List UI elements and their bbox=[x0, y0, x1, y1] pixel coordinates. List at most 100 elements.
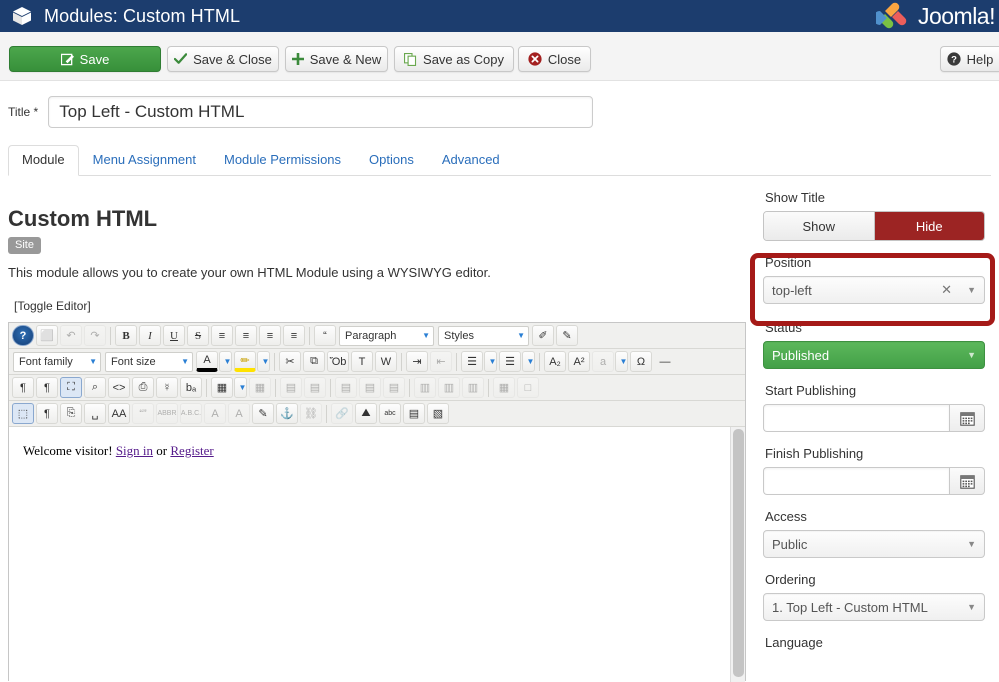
paste-icon[interactable]: Ὄb bbox=[327, 351, 349, 372]
x-icon[interactable]: ✕ bbox=[941, 282, 952, 298]
cleanup-icon[interactable]: ✎ bbox=[556, 325, 578, 346]
rtl-direction-icon[interactable]: ¶ bbox=[36, 377, 58, 398]
new-document-icon[interactable]: ⬜ bbox=[36, 325, 58, 346]
insert-layer-icon[interactable]: AA bbox=[108, 403, 130, 424]
strikethrough-icon[interactable]: S bbox=[187, 325, 209, 346]
fullscreen-icon[interactable]: ⛶ bbox=[60, 377, 82, 398]
insert-table-dropdown[interactable]: ▼ bbox=[234, 377, 247, 398]
paste-word-icon[interactable]: W bbox=[375, 351, 397, 372]
block-format-select[interactable]: Paragraph ▼ bbox=[339, 325, 434, 346]
save-as-copy-button[interactable]: Save as Copy bbox=[394, 46, 514, 72]
help-button[interactable]: ? Help bbox=[940, 46, 999, 72]
insert-table-icon[interactable]: ▦ bbox=[211, 377, 233, 398]
chevron-down-icon[interactable]: ▼ bbox=[967, 602, 976, 612]
template-icon[interactable]: ▧ bbox=[427, 403, 449, 424]
align-center-icon[interactable]: ≡ bbox=[235, 325, 257, 346]
numbered-list-icon[interactable]: ☰ bbox=[461, 351, 483, 372]
visual-aid-icon[interactable]: ⬚ bbox=[12, 403, 34, 424]
align-right-icon[interactable]: ≡ bbox=[283, 325, 305, 346]
chevron-down-icon[interactable]: ▼ bbox=[181, 357, 189, 366]
spellcheck-icon[interactable]: abc bbox=[379, 403, 401, 424]
finish-publishing-calendar-button[interactable] bbox=[949, 467, 985, 495]
show-title-option-show[interactable]: Show bbox=[764, 212, 875, 240]
ordering-select[interactable]: 1. Top Left - Custom HTML ▼ bbox=[763, 593, 985, 621]
insert-anchor-icon[interactable]: ⚓ bbox=[276, 403, 298, 424]
chevron-down-icon[interactable]: ▼ bbox=[517, 331, 525, 340]
tab-options[interactable]: Options bbox=[355, 145, 428, 176]
access-select[interactable]: Public ▼ bbox=[763, 530, 985, 558]
font-size-select[interactable]: Font size ▼ bbox=[105, 351, 193, 372]
align-left-icon[interactable]: ≡ bbox=[259, 325, 281, 346]
remove-formatting-icon[interactable]: ✐ bbox=[532, 325, 554, 346]
bullet-list-icon[interactable]: ☰ bbox=[499, 351, 521, 372]
editor-content-area[interactable]: Welcome visitor! Sign in or Register bbox=[9, 427, 745, 682]
help-icon[interactable]: ? bbox=[12, 325, 34, 346]
toolbar-separator bbox=[401, 352, 402, 371]
show-title-option-hide[interactable]: Hide bbox=[874, 212, 984, 240]
chevron-down-icon[interactable]: ▼ bbox=[967, 539, 976, 549]
copy-icon[interactable]: ⧉ bbox=[303, 351, 325, 372]
tab-advanced[interactable]: Advanced bbox=[428, 145, 514, 176]
editor-scrollbar[interactable] bbox=[730, 427, 745, 682]
italic-icon[interactable]: I bbox=[139, 325, 161, 346]
save-button[interactable]: Save bbox=[9, 46, 161, 72]
tab-module[interactable]: Module bbox=[8, 145, 79, 176]
status-label: Status bbox=[765, 320, 802, 335]
bullet-list-dropdown[interactable]: ▼ bbox=[522, 351, 535, 372]
cut-icon[interactable]: ✂ bbox=[279, 351, 301, 372]
styles-select[interactable]: Styles ▼ bbox=[438, 325, 529, 346]
paste-text-icon[interactable]: T bbox=[351, 351, 373, 372]
ltr-direction-icon[interactable]: ¶ bbox=[12, 377, 34, 398]
background-color-icon[interactable]: ✏ bbox=[234, 351, 256, 372]
editor-toolbar-row-4: ⬚ ¶ ⎘ ␣ AA “” ABBR A.B.C. A A ✎ ⚓ ⛓ 🔗 ⛰ abc ▤ ▧ bbox=[9, 401, 745, 427]
font-family-select[interactable]: Font family ▼ bbox=[13, 351, 101, 372]
text-case-dropdown[interactable]: ▼ bbox=[615, 351, 628, 372]
finish-publishing-input[interactable] bbox=[763, 467, 949, 495]
close-button[interactable]: Close bbox=[518, 46, 591, 72]
sign-in-link[interactable]: Sign in bbox=[116, 443, 153, 458]
horizontal-rule-icon[interactable]: — bbox=[654, 351, 676, 372]
find-replace-icon[interactable]: bₐ bbox=[180, 377, 202, 398]
chevron-down-icon[interactable]: ▼ bbox=[967, 350, 976, 360]
start-publishing-calendar-button[interactable] bbox=[949, 404, 985, 432]
register-link[interactable]: Register bbox=[170, 443, 213, 458]
attributes-icon[interactable]: ✎ bbox=[252, 403, 274, 424]
status-select[interactable]: Published ▼ bbox=[763, 341, 985, 369]
invisible-characters-icon[interactable]: ¶ bbox=[36, 403, 58, 424]
tab-module-permissions[interactable]: Module Permissions bbox=[210, 145, 355, 176]
toggle-editor-link[interactable]: [Toggle Editor] bbox=[14, 299, 91, 313]
superscript-icon[interactable]: A² bbox=[568, 351, 590, 372]
numbered-list-dropdown[interactable]: ▼ bbox=[484, 351, 497, 372]
position-field: Position top-left ✕ ▼ bbox=[763, 255, 991, 304]
save-and-close-button[interactable]: Save & Close bbox=[167, 46, 279, 72]
page-break-icon[interactable]: ⎘ bbox=[60, 403, 82, 424]
insert-horizontal-rule-icon[interactable]: ▤ bbox=[403, 403, 425, 424]
editor-scrollbar-thumb[interactable] bbox=[733, 429, 744, 677]
insert-image-icon[interactable]: ⛰ bbox=[355, 403, 377, 424]
blockquote-icon[interactable]: “ bbox=[314, 325, 336, 346]
save-and-new-button[interactable]: Save & New bbox=[285, 46, 388, 72]
insert-nonbreaking-space-icon[interactable]: ␣ bbox=[84, 403, 106, 424]
tab-menu-assignment[interactable]: Menu Assignment bbox=[79, 145, 210, 176]
indent-icon[interactable]: ⇥ bbox=[406, 351, 428, 372]
title-input[interactable] bbox=[48, 96, 594, 128]
chevron-down-icon[interactable]: ▼ bbox=[89, 357, 97, 366]
underline-icon[interactable]: U bbox=[163, 325, 185, 346]
position-select[interactable]: top-left ✕ ▼ bbox=[763, 276, 985, 304]
undo-icon: ↶ bbox=[60, 325, 82, 346]
source-code-icon[interactable]: <> bbox=[108, 377, 130, 398]
preview-icon[interactable]: ⌕ bbox=[84, 377, 106, 398]
special-character-icon[interactable]: Ω bbox=[630, 351, 652, 372]
bold-icon[interactable]: B bbox=[115, 325, 137, 346]
print-icon[interactable]: ⎙ bbox=[132, 377, 154, 398]
subscript-icon[interactable]: A₂ bbox=[544, 351, 566, 372]
chevron-down-icon[interactable]: ▼ bbox=[967, 285, 976, 295]
finish-publishing-field: Finish Publishing bbox=[763, 446, 991, 495]
background-color-dropdown[interactable]: ▼ bbox=[257, 351, 270, 372]
chevron-down-icon[interactable]: ▼ bbox=[422, 331, 430, 340]
text-color-dropdown[interactable]: ▼ bbox=[219, 351, 232, 372]
text-color-icon[interactable]: A bbox=[196, 351, 218, 372]
align-justify-icon[interactable]: ≡ bbox=[211, 325, 233, 346]
search-replace-icon[interactable]: ☿ bbox=[156, 377, 178, 398]
start-publishing-input[interactable] bbox=[763, 404, 949, 432]
